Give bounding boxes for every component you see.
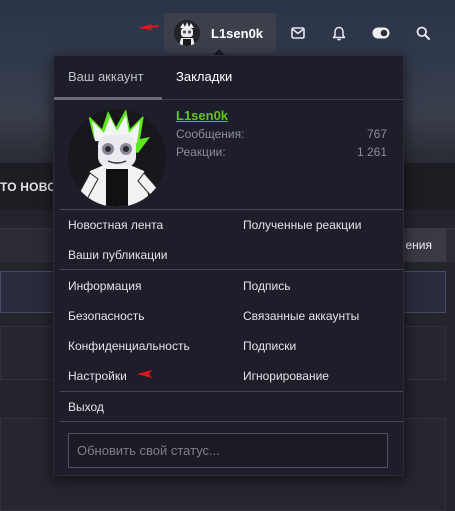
menu-tabs: Ваш аккаунт Закладки bbox=[54, 56, 403, 100]
messages-label: Сообщения: bbox=[176, 127, 245, 141]
menu-link-settings[interactable]: Настройки bbox=[68, 369, 127, 383]
menu-link-following[interactable]: Подписки bbox=[243, 339, 296, 353]
account-dropdown-menu: Ваш аккаунт Закладки L1sen0k Сообщения: … bbox=[53, 55, 404, 476]
reactions-count: 1 261 bbox=[356, 145, 387, 159]
reactions-label: Реакции: bbox=[176, 145, 226, 159]
theme-toggle-icon[interactable] bbox=[361, 13, 401, 53]
menu-link-news-feed[interactable]: Новостная лента bbox=[68, 218, 163, 232]
messages-count: 767 bbox=[366, 127, 387, 141]
user-avatar-small bbox=[174, 20, 200, 46]
user-avatar[interactable] bbox=[68, 109, 166, 207]
menu-link-received-reactions[interactable]: Полученные реакции bbox=[243, 218, 361, 232]
menu-divider bbox=[60, 421, 403, 422]
search-icon[interactable] bbox=[403, 13, 443, 53]
menu-divider bbox=[60, 269, 403, 270]
menu-link-information[interactable]: Информация bbox=[68, 279, 141, 293]
tab-your-account[interactable]: Ваш аккаунт bbox=[54, 56, 162, 100]
red-arrow-pointer-icon bbox=[138, 24, 159, 30]
bell-icon[interactable] bbox=[319, 13, 359, 53]
red-arrow-pointer-icon bbox=[137, 370, 152, 378]
menu-link-privacy[interactable]: Конфиденциальность bbox=[68, 339, 190, 353]
menu-divider bbox=[60, 391, 403, 392]
status-update-input[interactable] bbox=[68, 433, 388, 468]
nav-username: L1sen0k bbox=[211, 25, 264, 41]
mail-icon[interactable] bbox=[278, 13, 318, 53]
menu-link-your-posts[interactable]: Ваши публикации bbox=[68, 248, 167, 262]
menu-divider bbox=[60, 209, 403, 210]
profile-username-link[interactable]: L1sen0k bbox=[176, 108, 228, 123]
tab-bookmarks[interactable]: Закладки bbox=[162, 56, 246, 100]
menu-link-logout[interactable]: Выход bbox=[68, 400, 104, 414]
menu-link-connected-accounts[interactable]: Связанные аккаунты bbox=[243, 309, 359, 323]
page-section-title: ТО НОВО bbox=[0, 180, 57, 194]
menu-link-security[interactable]: Безопасность bbox=[68, 309, 145, 323]
menu-link-ignoring[interactable]: Игнорирование bbox=[243, 369, 329, 383]
menu-link-signature[interactable]: Подпись bbox=[243, 279, 291, 293]
account-menu-button[interactable]: L1sen0k bbox=[164, 13, 276, 53]
